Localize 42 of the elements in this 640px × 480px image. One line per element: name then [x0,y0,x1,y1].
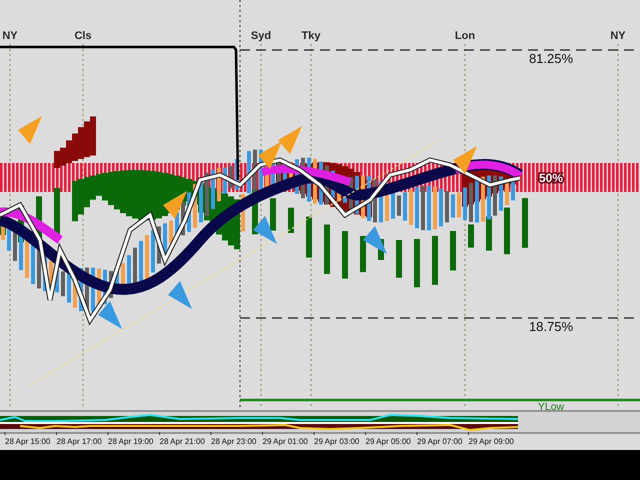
histogram-bar [306,216,312,258]
histogram-bar [396,240,402,278]
time-label: 29 Apr 05:00 [366,437,411,446]
arrow-icon [98,301,122,329]
arrow-icon [18,116,42,144]
level-label: 81.25% [528,51,574,66]
arrow-icon [278,126,302,154]
time-label: 29 Apr 01:00 [262,437,308,446]
histogram-bar [414,238,420,288]
histogram-bar [324,224,330,274]
session-label: Tky [302,30,320,42]
session-label: Syd [250,30,272,42]
histogram-bar [270,198,276,231]
histogram-bar [288,208,294,233]
time-label: 28 Apr 19:00 [108,437,154,446]
time-label: 28 Apr 21:00 [160,437,205,446]
histogram-bar [450,230,456,270]
histogram-bar [486,216,492,251]
histogram-bar [468,224,474,248]
time-label: 28 Apr 15:00 [5,437,50,446]
time-label: 29 Apr 09:00 [468,437,514,446]
level-label: 18.75% [528,319,574,334]
histogram-bar [342,231,348,279]
arrow-icon [363,226,387,254]
histogram-bar [504,208,510,254]
arrow-icon [258,141,282,169]
arrow-icon [453,146,477,174]
arrow-icon [168,281,192,309]
time-label: 28 Apr 23:00 [211,437,256,446]
session-label: Cls [74,30,92,42]
time-label: 29 Apr 03:00 [314,437,360,446]
histogram-bar [360,236,366,272]
session-label: NY [2,30,18,42]
arrow-icon [163,191,187,219]
session-label: Lon [454,30,476,42]
arrow-icon [253,216,277,244]
session-label: NY [610,30,626,42]
histogram-bar [432,236,438,285]
time-label: 29 Apr 07:00 [417,437,462,446]
time-label: 28 Apr 17:00 [56,437,102,446]
level-label: YLow [538,401,564,413]
histogram-bar [522,198,528,248]
